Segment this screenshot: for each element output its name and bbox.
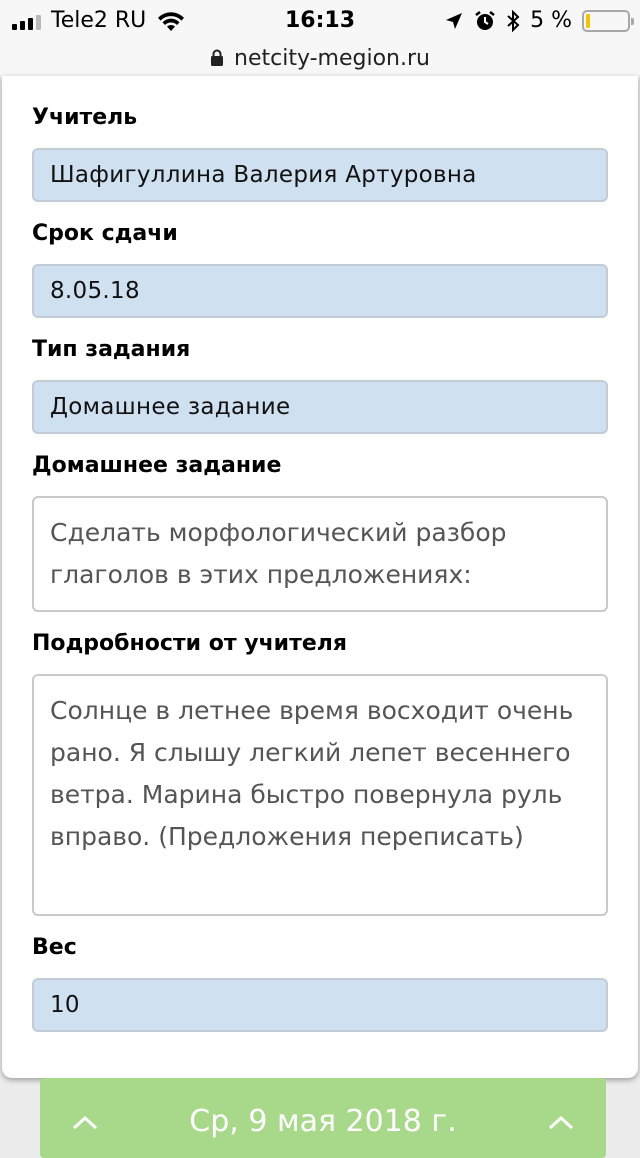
homework-textarea[interactable]: Сделать морфологический разбор глаголов … — [32, 496, 608, 612]
battery-icon — [582, 9, 634, 32]
weight-label: Вес — [32, 935, 77, 960]
teacher-details-textarea[interactable]: Солнце в летнее время восходит очень ран… — [32, 674, 608, 916]
homework-label: Домашнее задание — [32, 453, 282, 478]
battery-percent: 5 % — [530, 8, 572, 33]
address-bar[interactable]: netcity-megion.ru — [0, 40, 640, 76]
status-bar: Tele2 RU 16:13 5 % — [0, 0, 640, 40]
assignment-type-field[interactable]: Домашнее задание — [32, 380, 608, 434]
status-right: 5 % — [444, 8, 634, 33]
alarm-clock-icon — [475, 10, 495, 30]
location-arrow-icon — [446, 12, 463, 29]
lock-icon — [211, 49, 224, 66]
assignment-type-label: Тип задания — [32, 337, 191, 362]
due-date-field[interactable]: 8.05.18 — [32, 264, 608, 318]
assignment-details-card: Учитель Шафигуллина Валерия Артуровна Ср… — [2, 76, 638, 1078]
weight-field[interactable]: 10 — [32, 978, 608, 1032]
teacher-label: Учитель — [32, 105, 138, 130]
teacher-field[interactable]: Шафигуллина Валерия Артуровна — [32, 148, 608, 202]
teacher-details-label: Подробности от учителя — [32, 631, 347, 656]
url-text: netcity-megion.ru — [234, 45, 430, 71]
due-date-label: Срок сдачи — [32, 221, 178, 246]
chevron-up-icon[interactable] — [546, 1108, 576, 1138]
day-header-label: Ср, 9 мая 2018 г. — [189, 1104, 457, 1139]
bluetooth-icon — [507, 9, 520, 32]
day-header-bar[interactable]: Ср, 9 мая 2018 г. — [40, 1078, 606, 1158]
